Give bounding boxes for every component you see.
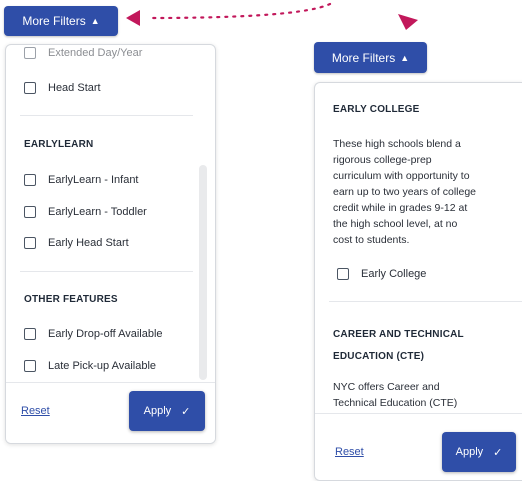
scrollbar[interactable] bbox=[199, 165, 207, 380]
description-line: These high schools blend a bbox=[333, 138, 461, 150]
more-filters-button[interactable]: More Filters ▲ bbox=[4, 6, 118, 36]
more-filters-label: More Filters bbox=[22, 14, 86, 28]
filters-panel-left: Extended Day/Year Head Start EARLYLEARN … bbox=[5, 44, 216, 444]
description-line: cost to students. bbox=[333, 234, 410, 246]
section-description: NYC offers Career and Technical Educatio… bbox=[333, 379, 503, 411]
description-line: the high school level, at no bbox=[333, 218, 458, 230]
panel-footer: Reset Apply ✓ bbox=[315, 413, 522, 480]
check-icon: ✓ bbox=[181, 405, 191, 418]
filter-option-partial[interactable]: Extended Day/Year bbox=[24, 47, 142, 59]
filter-option-early-head-start[interactable]: Early Head Start bbox=[24, 237, 129, 249]
divider bbox=[20, 115, 193, 116]
reset-link[interactable]: Reset bbox=[335, 446, 364, 458]
option-label: Early Head Start bbox=[48, 237, 129, 249]
checkbox[interactable] bbox=[24, 360, 36, 372]
option-label: Early Drop-off Available bbox=[48, 328, 163, 340]
description-line: credit while in grades 9-12 at bbox=[333, 202, 468, 214]
option-label: Late Pick-up Available bbox=[48, 360, 157, 372]
check-icon: ✓ bbox=[493, 446, 503, 459]
filters-scroll-area[interactable]: EARLY COLLEGE These high schools blend a… bbox=[315, 83, 522, 413]
description-line: curriculum with opportunity to bbox=[333, 170, 470, 182]
divider bbox=[329, 301, 522, 302]
divider bbox=[20, 271, 193, 272]
description-line: earn up to two years of college bbox=[333, 186, 477, 198]
more-filters-button[interactable]: More Filters ▲ bbox=[314, 42, 427, 73]
apply-button[interactable]: Apply ✓ bbox=[129, 391, 205, 431]
option-label: Early College bbox=[361, 268, 427, 280]
checkbox[interactable] bbox=[24, 328, 36, 340]
section-title-cte: CAREER AND TECHNICAL EDUCATION (CTE) bbox=[333, 324, 464, 368]
filters-panel-right: EARLY COLLEGE These high schools blend a… bbox=[314, 82, 522, 481]
filter-option-late-pick-up[interactable]: Late Pick-up Available bbox=[24, 360, 156, 372]
apply-label: Apply bbox=[143, 405, 172, 417]
filter-option-head-start[interactable]: Head Start bbox=[24, 82, 101, 94]
checkbox[interactable] bbox=[24, 206, 36, 218]
description-line: rigorous college-prep bbox=[333, 154, 432, 166]
apply-label: Apply bbox=[455, 446, 484, 458]
checkbox[interactable] bbox=[24, 47, 36, 59]
section-title-early-college: EARLY COLLEGE bbox=[333, 104, 420, 115]
option-label: Head Start bbox=[48, 82, 101, 94]
reset-link[interactable]: Reset bbox=[21, 405, 50, 417]
filter-option-earlylearn-infant[interactable]: EarlyLearn - Infant bbox=[24, 174, 139, 186]
chevron-up-icon: ▲ bbox=[400, 52, 410, 63]
filters-scroll-area[interactable]: Extended Day/Year Head Start EARLYLEARN … bbox=[6, 45, 215, 381]
filter-option-early-drop-off[interactable]: Early Drop-off Available bbox=[24, 328, 163, 340]
section-title-line: CAREER AND TECHNICAL bbox=[333, 329, 464, 340]
option-label: EarlyLearn - Infant bbox=[48, 174, 139, 186]
description-line: Technical Education (CTE) bbox=[333, 397, 458, 409]
section-title-earlylearn: EARLYLEARN bbox=[24, 139, 94, 150]
panel-footer: Reset Apply ✓ bbox=[6, 382, 215, 443]
checkbox[interactable] bbox=[24, 82, 36, 94]
description-line: NYC offers Career and bbox=[333, 381, 440, 393]
checkbox[interactable] bbox=[24, 237, 36, 249]
section-title-line: EDUCATION (CTE) bbox=[333, 351, 425, 362]
filter-option-earlylearn-toddler[interactable]: EarlyLearn - Toddler bbox=[24, 206, 147, 218]
filter-option-early-college[interactable]: Early College bbox=[337, 268, 426, 280]
checkbox[interactable] bbox=[337, 268, 349, 280]
option-label: Extended Day/Year bbox=[48, 47, 143, 59]
section-title-other-features: OTHER FEATURES bbox=[24, 294, 118, 305]
chevron-up-icon: ▲ bbox=[90, 16, 100, 26]
apply-button[interactable]: Apply ✓ bbox=[442, 432, 516, 472]
checkbox[interactable] bbox=[24, 174, 36, 186]
more-filters-label: More Filters bbox=[331, 50, 396, 65]
option-label: EarlyLearn - Toddler bbox=[48, 206, 147, 218]
section-description: These high schools blend a rigorous coll… bbox=[333, 136, 503, 248]
